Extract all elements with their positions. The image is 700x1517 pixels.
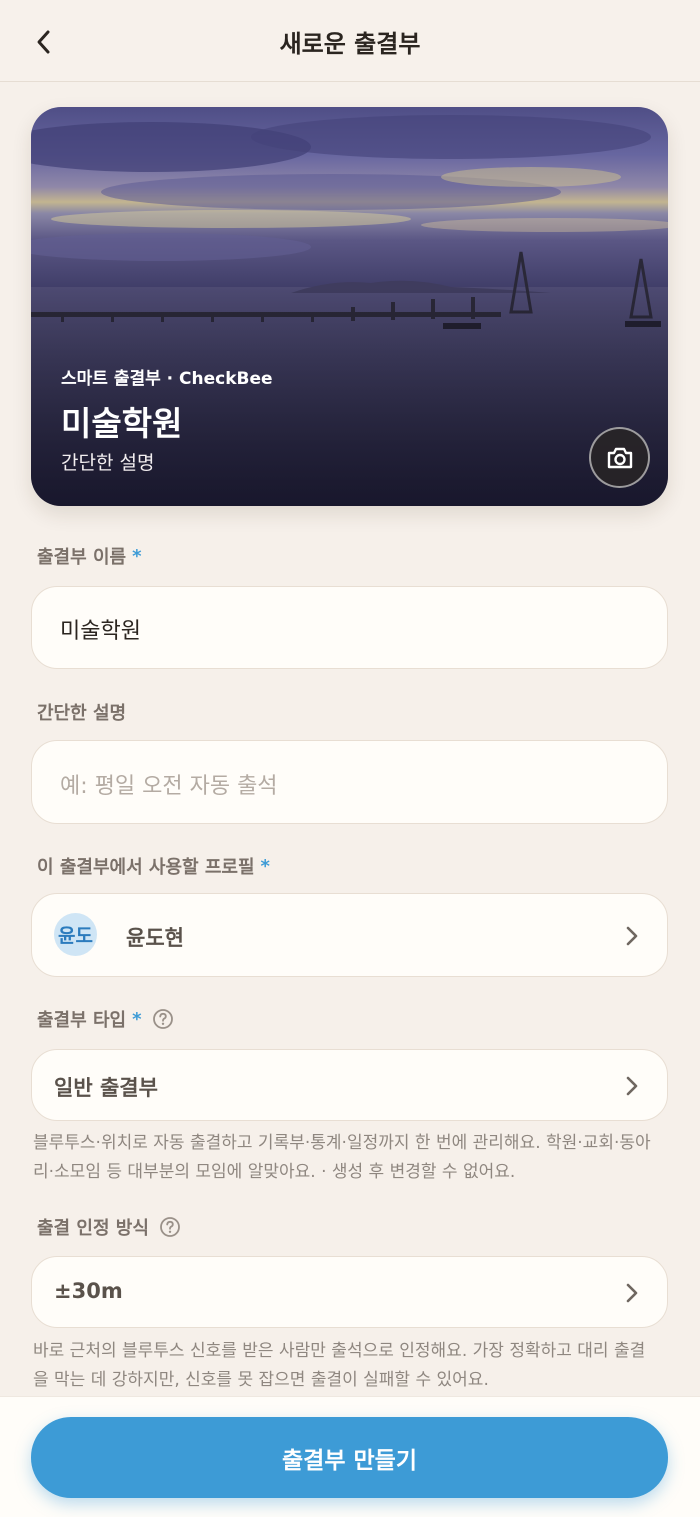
name-field[interactable]: 미술학원 [31, 586, 668, 669]
change-cover-button[interactable] [589, 427, 650, 488]
cover-image-card: 스마트 출결부 · CheckBee 미술학원 간단한 설명 [31, 107, 668, 506]
method-help-text: 바로 근처의 블루투스 신호를 받은 사람만 출석으로 인정해요. 가장 정확하… [33, 1341, 646, 1390]
type-select[interactable]: 일반 출결부 [31, 1049, 668, 1121]
profile-label: 이 출결부에서 사용할 프로필 * [37, 855, 270, 879]
required-mark: * [132, 1008, 142, 1030]
name-label: 출결부 이름 * [37, 545, 142, 569]
method-value: ±30m [54, 1279, 123, 1303]
create-button[interactable]: 출결부 만들기 [31, 1417, 668, 1498]
type-label: 출결부 타입 * [37, 1006, 174, 1032]
chevron-right-icon [626, 1076, 638, 1096]
required-mark: * [132, 545, 142, 567]
avatar: 윤도 [54, 913, 97, 956]
profile-name: 윤도현 [126, 926, 184, 950]
cover-title: 미술학원 [61, 404, 183, 443]
app-header: 새로운 출결부 [0, 0, 700, 82]
cover-description: 간단한 설명 [61, 452, 155, 474]
description-placeholder[interactable]: 예: 평일 오전 자동 출석 [60, 768, 278, 800]
profile-select[interactable]: 윤도 윤도현 [31, 893, 668, 977]
name-input-value[interactable]: 미술학원 [60, 613, 141, 645]
chevron-right-icon [626, 926, 638, 946]
description-label: 간단한 설명 [37, 703, 127, 724]
chevron-right-icon [626, 1283, 638, 1303]
camera-icon [607, 447, 632, 468]
page-title: 새로운 출결부 [279, 30, 421, 58]
bottom-action-bar: 출결부 만들기 [0, 1396, 700, 1517]
cover-subtitle: 스마트 출결부 · CheckBee [61, 369, 273, 389]
method-label: 출결 인정 방식 [37, 1214, 181, 1240]
help-icon[interactable] [152, 1008, 174, 1030]
required-mark: * [260, 855, 270, 877]
type-value: 일반 출결부 [54, 1076, 158, 1100]
help-icon[interactable] [159, 1216, 181, 1238]
description-field[interactable]: 예: 평일 오전 자동 출석 [31, 740, 668, 824]
method-select[interactable]: ±30m [31, 1256, 668, 1328]
type-help-text: 블루투스·위치로 자동 출결하고 기록부·통계·일정까지 한 번에 관리해요. … [33, 1133, 651, 1182]
cover-photo [31, 107, 668, 506]
